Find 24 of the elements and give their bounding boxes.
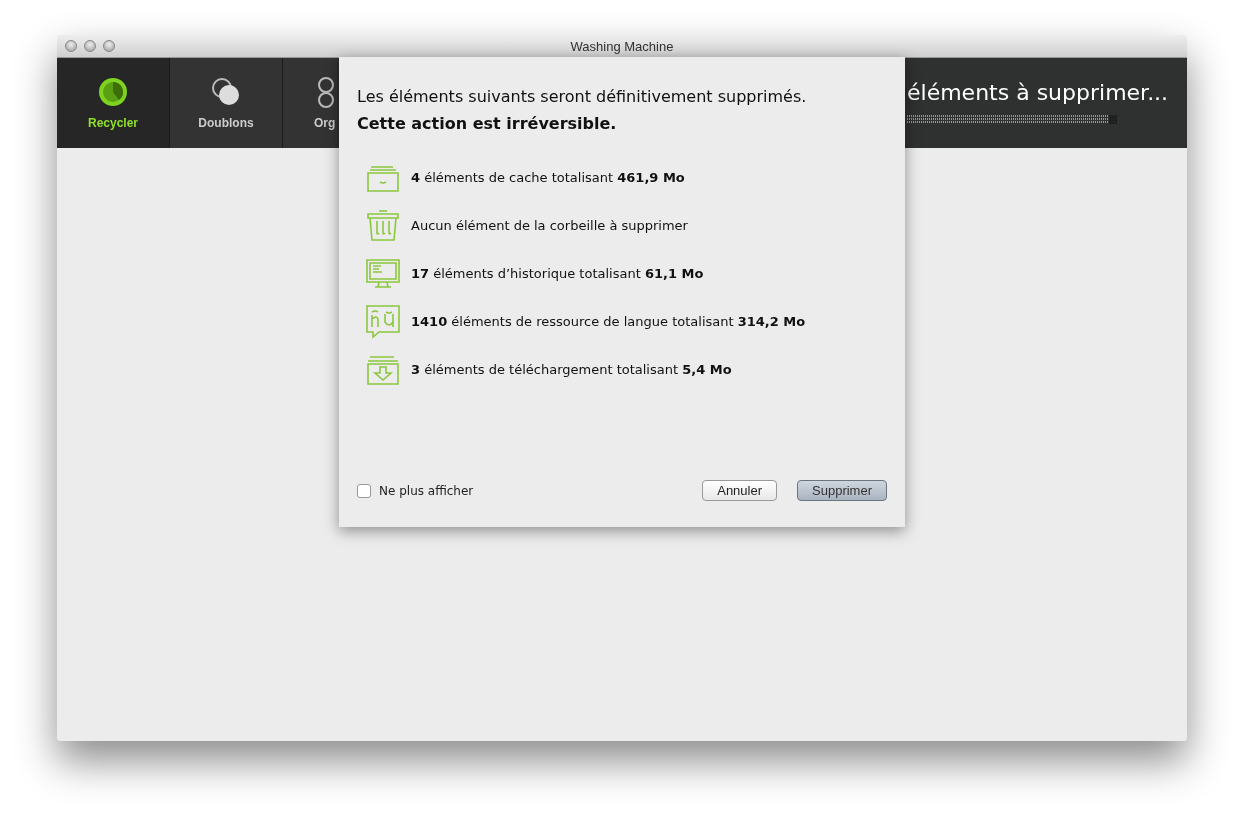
close-button[interactable] bbox=[65, 40, 77, 52]
item-summary: 4 éléments de cache totalisant 461,9 Mo bbox=[411, 169, 685, 185]
item-summary: 1410 éléments de ressource de langue totalisant 314,2 Mo bbox=[411, 313, 806, 329]
minimize-button[interactable] bbox=[84, 40, 96, 52]
dialog-message: Les éléments suivants seront définitivement supprimés. bbox=[357, 87, 808, 106]
status-text: éléments à supprimer... bbox=[907, 80, 1170, 105]
dialog-button[interactable]: Supprimer bbox=[797, 480, 887, 501]
item-summary: 3 éléments de téléchargement totalisant 5,4 Mo bbox=[411, 361, 732, 377]
item-summary: 17 éléments d’historique totalisant 61,1 Mo bbox=[411, 265, 704, 281]
overlapping-circles-icon bbox=[210, 76, 242, 108]
zoom-button[interactable] bbox=[103, 40, 115, 52]
trash-icon bbox=[365, 207, 401, 243]
toolbar-tab[interactable]: Doublons bbox=[170, 58, 283, 148]
toolbar-tab[interactable]: Org bbox=[283, 58, 337, 148]
circles-icon bbox=[318, 76, 334, 108]
dialog-warning: Cette action est irréversible. bbox=[357, 114, 618, 133]
speech-bubble-icon bbox=[365, 303, 401, 339]
checkbox[interactable] bbox=[357, 483, 371, 498]
recycle-icon bbox=[97, 76, 129, 108]
item-summary: Aucun élément de la corbeille à supprimer bbox=[411, 217, 688, 233]
checkbox-label: Ne plus afficher bbox=[379, 483, 474, 498]
window-title: Washing Machine bbox=[570, 38, 674, 54]
dialog-button[interactable]: Annuler bbox=[702, 480, 778, 501]
toolbar-tab[interactable]: Recycler bbox=[57, 58, 170, 148]
